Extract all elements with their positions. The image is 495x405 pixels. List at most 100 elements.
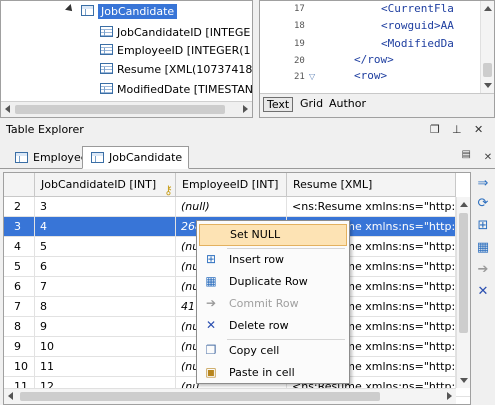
row-number-cell[interactable]: 8 — [4, 317, 35, 337]
menu-item-insert-row[interactable]: ⊞ Insert row — [199, 249, 347, 271]
tab-text[interactable]: Text — [263, 97, 294, 112]
grid-horizontal-scrollbar[interactable] — [4, 388, 456, 404]
commit-row-icon: ➔ — [477, 262, 489, 277]
xml-code-line: <ModifiedDa — [381, 37, 454, 50]
table-tab-bar: Employee JobCandidate ▤ ✕ — [0, 142, 495, 169]
delete-row-icon: ✕ — [205, 318, 217, 332]
line-number: 21 — [294, 72, 305, 82]
scroll-left-icon[interactable] — [5, 105, 10, 113]
refresh-icon[interactable]: ⟳ — [475, 196, 491, 212]
xml-code-line: </row> — [354, 53, 394, 66]
scrollbar-thumb[interactable] — [459, 213, 468, 333]
tree-item-jobcandidate[interactable]: JobCandidate — [81, 2, 178, 22]
editor-mode-tabs: Text Grid Author — [260, 93, 494, 117]
paste-cell-icon: ▣ — [205, 365, 217, 379]
row-number-cell[interactable]: 4 — [4, 237, 35, 257]
column-icon — [100, 83, 113, 94]
scroll-right-icon[interactable] — [447, 392, 452, 400]
grid-toolbar: ⇒ ⟳ ⊞ ▦ ➔ ✕ — [471, 172, 495, 405]
tree-horizontal-scrollbar[interactable] — [1, 101, 252, 117]
jobcandidateid-cell[interactable]: 6 — [35, 257, 176, 277]
tab-author[interactable]: Author — [326, 97, 369, 112]
jobcandidateid-cell[interactable]: 11 — [35, 357, 176, 377]
view-title: Table Explorer — [6, 123, 84, 136]
scrollbar-thumb[interactable] — [483, 63, 492, 77]
tree-item-column[interactable]: JobCandidateID [INTEGE — [100, 23, 250, 43]
insert-row-icon[interactable]: ⊞ — [475, 218, 491, 234]
menu-item-paste-in-cell[interactable]: ▣ Paste in cell — [199, 362, 347, 384]
duplicate-row-icon: ▦ — [205, 274, 217, 288]
column-header-jobcandidateid[interactable]: JobCandidateID [INT] ⚷ — [35, 173, 176, 197]
scroll-left-icon[interactable] — [8, 392, 13, 400]
menu-item-duplicate-row[interactable]: ▦ Duplicate Row — [199, 271, 347, 293]
tree-item-column[interactable]: Resume [XML(10737418 — [100, 60, 252, 80]
close-icon[interactable]: ✕ — [474, 123, 483, 136]
menu-item-copy-cell[interactable]: ❐ Copy cell — [199, 340, 347, 362]
employeeid-cell[interactable]: (null) — [176, 197, 287, 217]
tree-item-column[interactable]: ModifiedDate [TIMESTAN — [100, 80, 252, 100]
table-icon — [91, 152, 104, 163]
expanded-arrow-icon[interactable] — [65, 4, 75, 14]
tree-item-column[interactable]: EmployeeID [INTEGER(1 — [100, 41, 251, 61]
scroll-right-icon[interactable] — [243, 105, 248, 113]
copy-cell-icon: ❐ — [205, 343, 217, 357]
xml-vertical-scrollbar[interactable] — [480, 1, 494, 93]
pin-icon[interactable]: ⊥ — [452, 123, 462, 136]
line-number: 17 — [294, 4, 305, 14]
line-number-gutter: 17 18 19 20 21 ▽ — [260, 1, 315, 91]
column-icon — [100, 26, 113, 37]
view-menu-icon[interactable]: ▤ — [462, 149, 471, 160]
delete-row-icon[interactable]: ✕ — [475, 284, 491, 300]
column-icon — [100, 63, 113, 74]
close-tab-icon[interactable]: ✕ — [481, 152, 495, 163]
scroll-down-icon[interactable] — [460, 378, 468, 383]
table-row[interactable]: 23(null)<ns:Resume xmlns:ns="http://sc — [4, 197, 470, 217]
jobcandidateid-cell[interactable]: 9 — [35, 317, 176, 337]
menu-item-set-null[interactable]: Set NULL — [199, 224, 347, 246]
duplicate-row-icon[interactable]: ▦ — [475, 240, 491, 256]
table-explorer-header: Table Explorer ❐ ⊥ ✕ — [0, 120, 495, 140]
row-number-cell[interactable]: 3 — [4, 217, 35, 237]
context-menu: Set NULL ⊞ Insert row ▦ Duplicate Row ➔ … — [196, 220, 350, 384]
restore-icon[interactable]: ❐ — [430, 123, 440, 136]
scrollbar-thumb[interactable] — [15, 105, 225, 114]
tab-jobcandidate[interactable]: JobCandidate — [82, 146, 190, 169]
line-number: 19 — [294, 39, 305, 49]
resume-cell[interactable]: <ns:Resume xmlns:ns="http://sc — [287, 197, 456, 217]
scroll-down-icon[interactable] — [484, 83, 492, 88]
row-number-cell[interactable]: 10 — [4, 357, 35, 377]
column-header-resume[interactable]: Resume [XML] — [287, 173, 456, 197]
table-icon — [15, 152, 28, 163]
jobcandidateid-cell[interactable]: 8 — [35, 297, 176, 317]
xml-code-line: <CurrentFla — [381, 2, 454, 15]
fold-arrow-icon[interactable]: ▽ — [309, 72, 315, 81]
jobcandidateid-cell[interactable]: 5 — [35, 237, 176, 257]
line-number: 18 — [294, 21, 305, 31]
tab-grid[interactable]: Grid — [297, 97, 326, 112]
commit-row-icon: ➔ — [205, 296, 217, 310]
row-number-cell[interactable]: 6 — [4, 277, 35, 297]
line-number: 20 — [294, 56, 305, 66]
row-number-header — [4, 173, 35, 197]
export-icon[interactable]: ⇒ — [475, 176, 491, 192]
table-icon — [81, 5, 94, 16]
scroll-up-icon[interactable] — [484, 6, 492, 11]
jobcandidateid-cell[interactable]: 7 — [35, 277, 176, 297]
row-number-cell[interactable]: 2 — [4, 197, 35, 217]
jobcandidateid-cell[interactable]: 4 — [35, 217, 176, 237]
database-tree[interactable]: JobCandidate JobCandidateID [INTEGE Empl… — [0, 0, 253, 118]
jobcandidateid-cell[interactable]: 10 — [35, 337, 176, 357]
xml-code-line: <row> — [354, 69, 388, 82]
xml-editor[interactable]: 17 18 19 20 21 ▽ <CurrentFla <rowguid>AA… — [259, 0, 495, 118]
scroll-up-icon[interactable] — [460, 202, 468, 207]
row-number-cell[interactable]: 5 — [4, 257, 35, 277]
menu-item-delete-row[interactable]: ✕ Delete row — [199, 315, 347, 337]
xml-code-line: <rowguid>AA — [381, 19, 454, 32]
insert-row-icon: ⊞ — [205, 252, 217, 266]
row-number-cell[interactable]: 9 — [4, 337, 35, 357]
grid-vertical-scrollbar[interactable] — [456, 197, 470, 388]
row-number-cell[interactable]: 7 — [4, 297, 35, 317]
scrollbar-thumb[interactable] — [20, 392, 380, 401]
column-header-employeeid[interactable]: EmployeeID [INT] — [176, 173, 287, 197]
jobcandidateid-cell[interactable]: 3 — [35, 197, 176, 217]
